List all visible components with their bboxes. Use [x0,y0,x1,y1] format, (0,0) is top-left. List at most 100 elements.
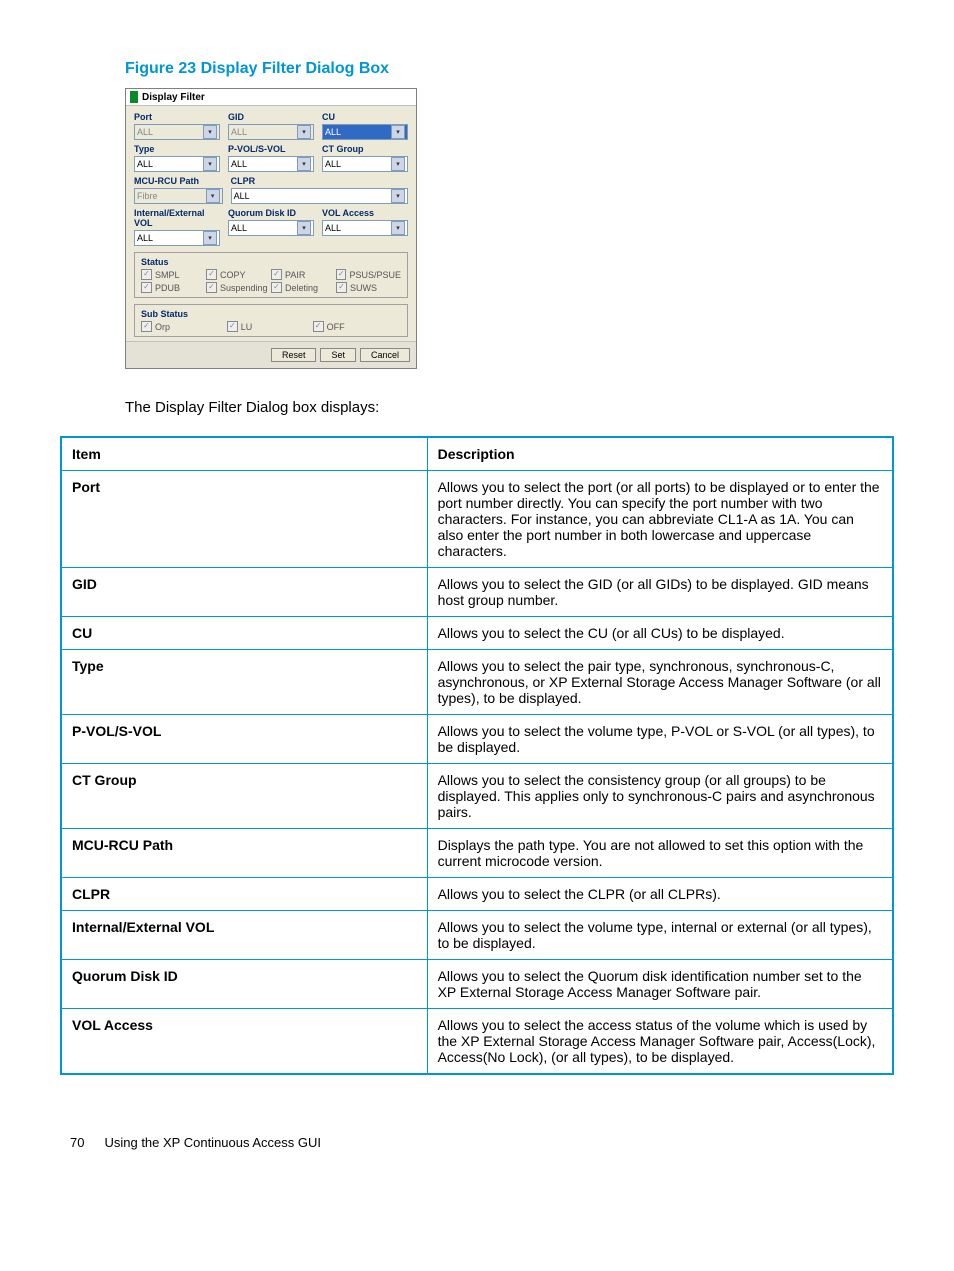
figure-title: Figure 23 Display Filter Dialog Box [125,60,894,78]
checkbox-icon: ✓ [141,321,152,332]
checkbox-icon: ✓ [313,321,324,332]
pvolsvol-select[interactable]: ALL ▾ [228,156,314,172]
page-footer: 70 Using the XP Continuous Access GUI [60,1135,894,1150]
status-checkbox[interactable]: ✓SMPL [141,269,206,280]
status-checkbox[interactable]: ✓SUWS [336,282,401,293]
table-row: CUAllows you to select the CU (or all CU… [61,617,893,650]
clpr-select[interactable]: ALL ▾ [231,188,408,204]
table-row: MCU-RCU PathDisplays the path type. You … [61,829,893,878]
port-value: ALL [137,127,153,137]
quorum-value: ALL [231,223,247,233]
desc-cell: Displays the path type. You are not allo… [427,829,893,878]
mcurcu-select[interactable]: Fibre ▾ [134,188,223,204]
chevron-down-icon: ▾ [391,125,405,139]
checkbox-icon: ✓ [141,269,152,280]
item-cell: CU [61,617,427,650]
intext-label: Internal/External VOL [134,208,220,228]
status-checkbox[interactable]: ✓PDUB [141,282,206,293]
checkbox-label: SUWS [350,283,377,293]
chevron-down-icon: ▾ [206,189,220,203]
desc-cell: Allows you to select the port (or all po… [427,471,893,568]
substatus-group: Sub Status ✓Orp✓LU✓OFF [134,304,408,337]
cu-select[interactable]: ALL ▾ [322,124,408,140]
item-cell: VOL Access [61,1009,427,1075]
item-cell: MCU-RCU Path [61,829,427,878]
col-desc: Description [427,437,893,471]
intext-value: ALL [137,233,153,243]
quorum-select[interactable]: ALL ▾ [228,220,314,236]
desc-cell: Allows you to select the CU (or all CUs)… [427,617,893,650]
status-group: Status ✓SMPL✓COPY✓PAIR✓PSUS/PSUE✓PDUB✓Su… [134,252,408,298]
substatus-checkbox[interactable]: ✓LU [227,321,313,332]
item-cell: Type [61,650,427,715]
dialog-title: Display Filter [142,92,205,103]
desc-cell: Allows you to select the volume type, P-… [427,715,893,764]
checkbox-label: PAIR [285,270,305,280]
chevron-down-icon: ▾ [203,125,217,139]
intext-select[interactable]: ALL ▾ [134,230,220,246]
table-row: CLPRAllows you to select the CLPR (or al… [61,878,893,911]
dialog-screenshot: Display Filter Port ALL ▾ GID ALL ▾ [125,88,894,369]
set-button[interactable]: Set [320,348,356,362]
table-row: TypeAllows you to select the pair type, … [61,650,893,715]
intro-text: The Display Filter Dialog box displays: [125,399,894,416]
item-cell: CLPR [61,878,427,911]
table-row: P-VOL/S-VOLAllows you to select the volu… [61,715,893,764]
reset-button[interactable]: Reset [271,348,317,362]
desc-cell: Allows you to select the consistency gro… [427,764,893,829]
chevron-down-icon: ▾ [391,157,405,171]
checkbox-icon: ✓ [227,321,238,332]
mcurcu-label: MCU-RCU Path [134,176,223,186]
gid-select[interactable]: ALL ▾ [228,124,314,140]
substatus-legend: Sub Status [139,309,190,319]
cu-value: ALL [325,127,341,137]
status-checkbox[interactable]: ✓PSUS/PSUE [336,269,401,280]
item-cell: Quorum Disk ID [61,960,427,1009]
type-label: Type [134,144,220,154]
type-value: ALL [137,159,153,169]
checkbox-label: OFF [327,322,345,332]
gid-label: GID [228,112,314,122]
quorum-label: Quorum Disk ID [228,208,314,218]
status-checkbox[interactable]: ✓Suspending [206,282,271,293]
checkbox-label: PDUB [155,283,180,293]
ctgroup-select[interactable]: ALL ▾ [322,156,408,172]
item-cell: Port [61,471,427,568]
checkbox-label: Deleting [285,283,318,293]
cancel-button[interactable]: Cancel [360,348,410,362]
checkbox-icon: ✓ [271,282,282,293]
checkbox-icon: ✓ [206,269,217,280]
item-cell: GID [61,568,427,617]
port-select[interactable]: ALL ▾ [134,124,220,140]
chevron-down-icon: ▾ [391,221,405,235]
checkbox-label: Orp [155,322,170,332]
checkbox-icon: ✓ [141,282,152,293]
volacc-select[interactable]: ALL ▾ [322,220,408,236]
status-checkbox[interactable]: ✓COPY [206,269,271,280]
checkbox-icon: ✓ [271,269,282,280]
checkbox-icon: ✓ [336,269,346,280]
ctgroup-label: CT Group [322,144,408,154]
item-cell: Internal/External VOL [61,911,427,960]
col-item: Item [61,437,427,471]
table-row: PortAllows you to select the port (or al… [61,471,893,568]
substatus-checkbox[interactable]: ✓OFF [313,321,399,332]
table-row: GIDAllows you to select the GID (or all … [61,568,893,617]
display-filter-dialog: Display Filter Port ALL ▾ GID ALL ▾ [125,88,417,369]
status-legend: Status [139,257,171,267]
substatus-checkbox[interactable]: ✓Orp [141,321,227,332]
desc-cell: Allows you to select the GID (or all GID… [427,568,893,617]
table-row: CT GroupAllows you to select the consist… [61,764,893,829]
desc-cell: Allows you to select the pair type, sync… [427,650,893,715]
type-select[interactable]: ALL ▾ [134,156,220,172]
app-icon [130,91,138,103]
ctgroup-value: ALL [325,159,341,169]
chevron-down-icon: ▾ [297,221,311,235]
status-checkbox[interactable]: ✓PAIR [271,269,336,280]
status-checkbox[interactable]: ✓Deleting [271,282,336,293]
chevron-down-icon: ▾ [297,125,311,139]
description-table: Item Description PortAllows you to selec… [60,436,894,1075]
desc-cell: Allows you to select the volume type, in… [427,911,893,960]
chevron-down-icon: ▾ [203,231,217,245]
table-row: Internal/External VOLAllows you to selec… [61,911,893,960]
